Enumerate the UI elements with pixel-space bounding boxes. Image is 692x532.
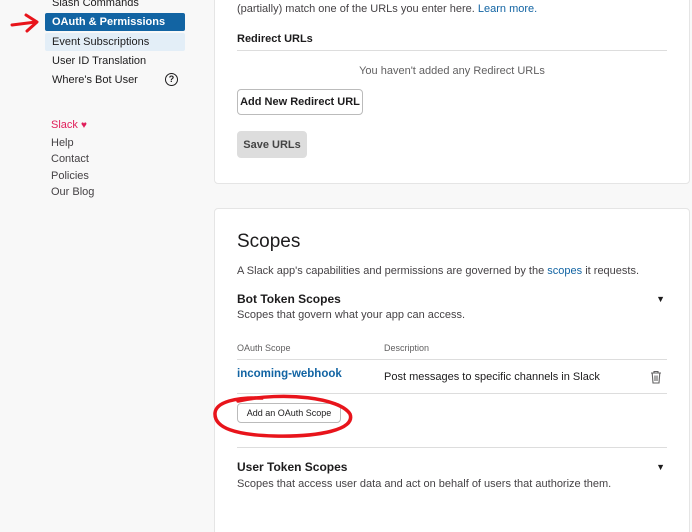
scopes-description-post: it requests. — [585, 265, 640, 277]
sidebar-item-event-subscriptions[interactable]: Event Subscriptions — [45, 33, 185, 51]
user-token-scopes-title: User Token Scopes — [237, 460, 348, 474]
redirect-urls-card: (partially) match one of the URLs you en… — [214, 0, 690, 184]
footer-links: Slack ♥ Help Contact Policies Our Blog — [51, 117, 94, 201]
footer-slack-label: Slack — [51, 119, 78, 131]
user-scopes-caret-down-icon[interactable]: ▼ — [656, 462, 665, 472]
bot-token-scopes-title: Bot Token Scopes — [237, 292, 341, 306]
scopes-description-pre: A Slack app's capabilities and permissio… — [237, 265, 545, 277]
add-redirect-url-button[interactable]: Add New Redirect URL — [237, 89, 363, 115]
redirect-intro-text: (partially) match one of the URLs you en… — [237, 3, 475, 15]
divider — [237, 447, 667, 448]
user-token-scopes-description: Scopes that access user data and act on … — [237, 478, 612, 490]
footer-link-contact[interactable]: Contact — [51, 151, 94, 168]
save-urls-button[interactable]: Save URLs — [237, 131, 307, 158]
add-oauth-scope-button[interactable]: Add an OAuth Scope — [237, 403, 341, 423]
footer-link-slack[interactable]: Slack ♥ — [51, 117, 94, 135]
sidebar-item-wheres-bot-user[interactable]: Where's Bot User — [45, 71, 185, 89]
divider — [237, 50, 667, 51]
learn-more-link[interactable]: Learn more. — [478, 3, 537, 15]
sidebar-item-oauth-permissions[interactable]: OAuth & Permissions — [45, 13, 185, 31]
footer-link-blog[interactable]: Our Blog — [51, 184, 94, 201]
scope-name-incoming-webhook[interactable]: incoming-webhook — [237, 368, 342, 380]
sidebar: Slash Commands OAuth & Permissions Event… — [0, 0, 200, 532]
bot-token-scopes-description: Scopes that govern what your app can acc… — [237, 309, 466, 321]
redirect-urls-label: Redirect URLs — [237, 33, 313, 45]
footer-link-policies[interactable]: Policies — [51, 168, 94, 185]
scopes-title: Scopes — [237, 231, 301, 252]
scopes-card: Scopes A Slack app's capabilities and pe… — [214, 208, 690, 532]
trash-icon[interactable] — [649, 370, 663, 384]
scopes-description: A Slack app's capabilities and permissio… — [237, 265, 639, 277]
bot-scopes-caret-down-icon[interactable]: ▼ — [656, 294, 665, 304]
scope-description: Post messages to specific channels in Sl… — [384, 371, 600, 383]
divider — [237, 393, 667, 394]
sidebar-item-slash-commands[interactable]: Slash Commands — [45, 0, 185, 12]
col-header-oauth-scope: OAuth Scope — [237, 343, 291, 353]
col-header-description: Description — [384, 343, 430, 353]
help-icon[interactable]: ? — [165, 73, 178, 86]
divider — [237, 359, 667, 360]
scopes-link[interactable]: scopes — [547, 265, 582, 277]
heart-icon: ♥ — [80, 120, 87, 131]
redirect-empty-message: You haven't added any Redirect URLs — [359, 65, 545, 77]
footer-link-help[interactable]: Help — [51, 135, 94, 152]
redirect-intro: (partially) match one of the URLs you en… — [237, 3, 537, 15]
sidebar-item-user-id-translation[interactable]: User ID Translation — [45, 52, 185, 70]
